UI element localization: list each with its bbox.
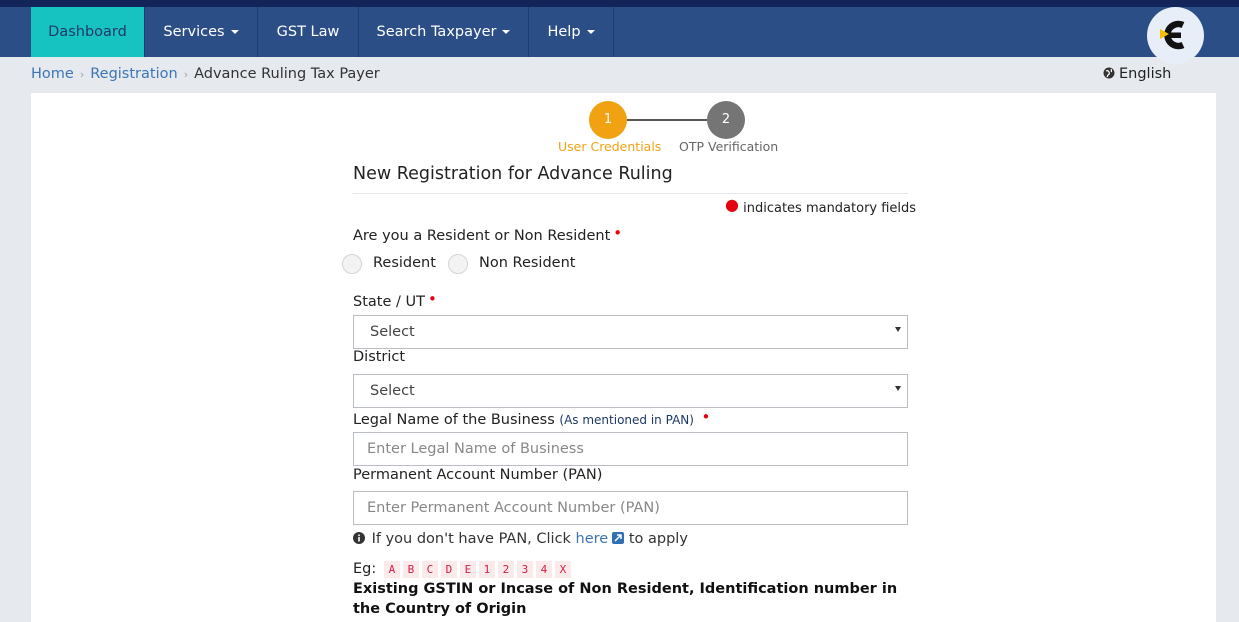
- district-select-value: Select: [370, 383, 415, 399]
- pan-example: Eg: ABCDE1234X: [353, 561, 571, 578]
- pan-help-prefix: If you don't have PAN, Click: [371, 531, 571, 547]
- nav-services-label: Services: [163, 24, 225, 40]
- district-label: District: [353, 349, 405, 365]
- step-1-indicator: 1: [589, 101, 627, 139]
- dropdown-arrow-icon: [895, 386, 901, 391]
- resident-question-text: Are you a Resident or Non Resident: [353, 228, 611, 244]
- nav-gst-law[interactable]: GST Law: [258, 7, 359, 57]
- dropdown-arrow-icon: [895, 327, 901, 332]
- radio-circle[interactable]: [342, 254, 362, 274]
- required-asterisk-icon: •: [427, 290, 437, 308]
- required-asterisk-icon: •: [701, 408, 711, 426]
- logo-icon: [1160, 20, 1185, 50]
- breadcrumb: Home › Registration › Advance Ruling Tax Pay…: [31, 66, 380, 82]
- example-char: E: [459, 561, 476, 578]
- breadcrumb-separator: ›: [183, 68, 189, 81]
- nav-dashboard-label: Dashboard: [48, 24, 127, 40]
- caret-down-icon: [502, 30, 511, 34]
- pan-help-suffix: to apply: [628, 531, 688, 547]
- pan-label: Permanent Account Number (PAN): [353, 467, 602, 483]
- step-connector: [627, 119, 707, 121]
- pan-help-here-link[interactable]: here: [576, 531, 609, 547]
- external-link-icon[interactable]: [612, 532, 625, 544]
- caret-down-icon: [586, 30, 595, 34]
- radio-non-resident-label: Non Resident: [479, 255, 576, 271]
- form-panel: 1 2 User Credentials OTP Verification Ne…: [31, 93, 1216, 622]
- nav-help-label: Help: [547, 24, 581, 40]
- step-2-indicator: 2: [707, 101, 745, 139]
- state-label-text: State / UT: [353, 294, 425, 310]
- example-char: A: [383, 561, 400, 578]
- required-dot-icon: ●: [725, 195, 739, 214]
- legal-name-label: Legal Name of the Business (As mentioned…: [353, 408, 710, 428]
- legal-name-hint: (As mentioned in PAN): [559, 413, 694, 427]
- mandatory-note-text: indicates mandatory fields: [743, 201, 917, 216]
- state-select-value: Select: [370, 324, 415, 340]
- nav-dashboard[interactable]: Dashboard: [31, 7, 145, 57]
- state-label: State / UT •: [353, 290, 437, 310]
- example-char: C: [421, 561, 438, 578]
- radio-resident-label: Resident: [373, 255, 436, 271]
- pan-input[interactable]: [353, 491, 908, 525]
- nav-search-taxpayer[interactable]: Search Taxpayer: [359, 7, 529, 57]
- logo[interactable]: [1147, 7, 1204, 64]
- example-label: Eg:: [353, 561, 377, 577]
- example-char: 1: [478, 561, 495, 578]
- nav-search-taxpayer-label: Search Taxpayer: [376, 24, 497, 40]
- nav-gst-law-label: GST Law: [276, 24, 340, 40]
- legal-name-label-text: Legal Name of the Business: [353, 412, 555, 428]
- step-1-label: User Credentials: [558, 139, 662, 154]
- radio-circle[interactable]: [448, 254, 468, 274]
- example-char: 3: [516, 561, 533, 578]
- example-char: 2: [497, 561, 514, 578]
- resident-question: Are you a Resident or Non Resident •: [353, 224, 622, 244]
- example-char: 4: [535, 561, 552, 578]
- breadcrumb-separator: ›: [79, 68, 85, 81]
- district-label-text: District: [353, 349, 406, 365]
- globe-icon: [1103, 67, 1115, 79]
- example-char: X: [554, 561, 571, 578]
- info-icon: [353, 532, 365, 544]
- gstin-label: Existing GSTIN or Incase of Non Resident…: [353, 581, 898, 617]
- top-strip: [0, 0, 1239, 7]
- nav-help[interactable]: Help: [529, 7, 614, 57]
- breadcrumb-home[interactable]: Home: [31, 66, 74, 82]
- caret-down-icon: [230, 30, 239, 34]
- required-asterisk-icon: •: [613, 224, 623, 242]
- breadcrumb-registration[interactable]: Registration: [90, 66, 177, 82]
- pan-label-text: Permanent Account Number (PAN): [353, 467, 603, 483]
- nav-services[interactable]: Services: [145, 7, 258, 57]
- district-select[interactable]: Select: [353, 374, 908, 408]
- state-select[interactable]: Select: [353, 315, 908, 349]
- language-label: English: [1119, 66, 1172, 82]
- breadcrumb-current: Advance Ruling Tax Payer: [194, 66, 380, 82]
- language-selector[interactable]: English: [1103, 66, 1171, 82]
- mandatory-note: ● indicates mandatory fields: [725, 197, 917, 217]
- form-title: New Registration for Advance Ruling: [353, 164, 673, 184]
- example-char: D: [440, 561, 457, 578]
- legal-name-input[interactable]: [353, 432, 908, 466]
- main-navbar: Dashboard Services GST Law Search Taxpay…: [0, 7, 1239, 57]
- pan-help: If you don't have PAN, Click here to app…: [353, 531, 688, 547]
- example-char: B: [402, 561, 419, 578]
- title-divider: [353, 193, 908, 194]
- step-2-label: OTP Verification: [679, 139, 779, 154]
